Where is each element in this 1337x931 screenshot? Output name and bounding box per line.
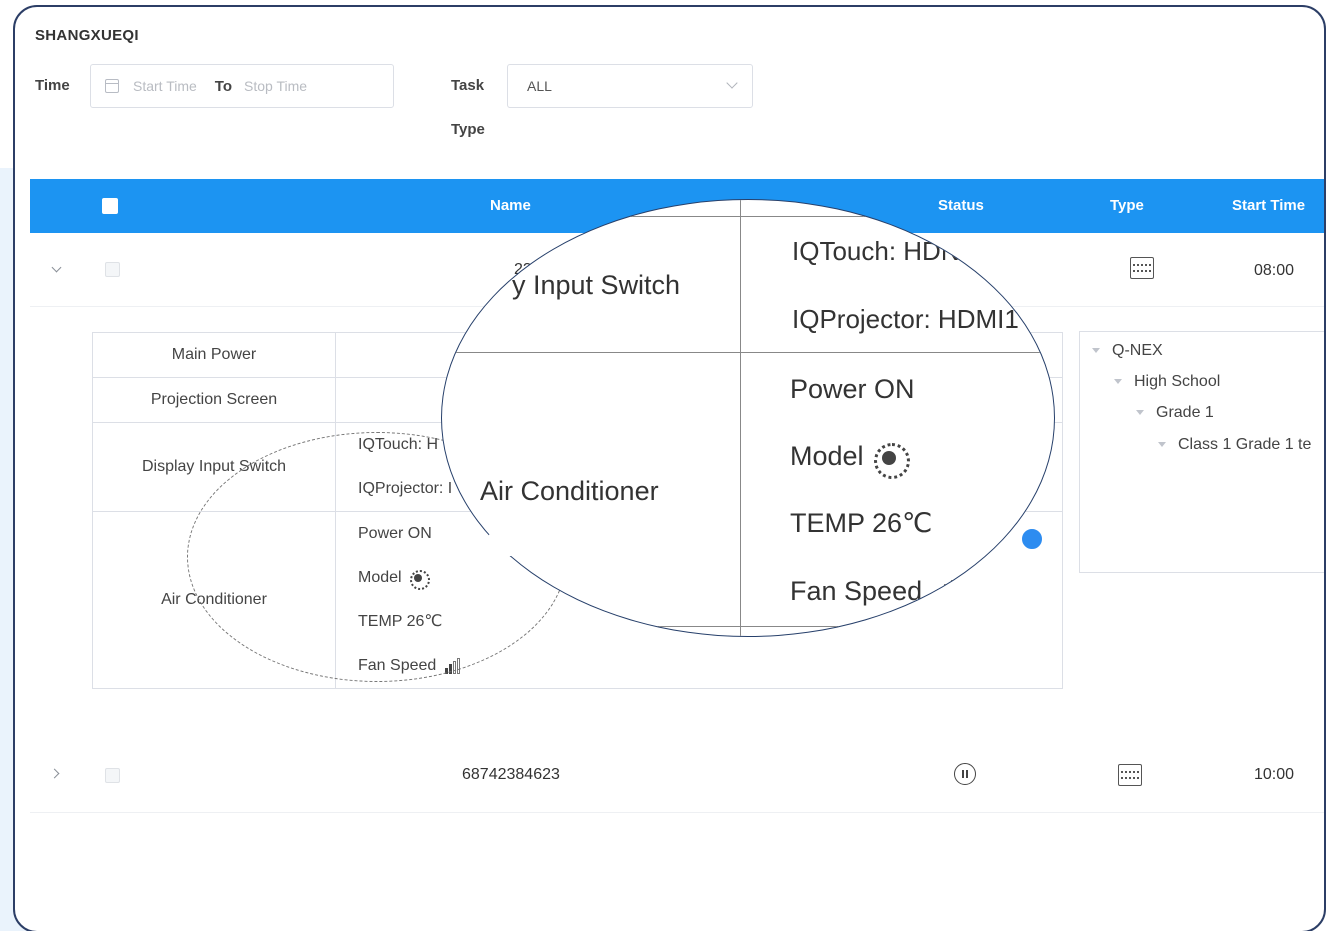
magnified-model-value: Model — [790, 441, 864, 471]
tree-expand-icon[interactable] — [1136, 410, 1144, 416]
app-window: SHANGXUEQI Time Start Time To Stop Time … — [13, 5, 1326, 931]
magnified-model-row: Model — [790, 441, 910, 479]
magnified-power-value: Power ON — [790, 374, 915, 404]
table-row[interactable]: 68742384623 10:00 — [30, 739, 1324, 813]
tree-node-root[interactable]: Q-NEX — [1092, 342, 1163, 360]
to-label: To — [214, 77, 233, 95]
magnified-air-conditioner-label: Air Conditioner — [480, 476, 659, 506]
task-type-select[interactable]: ALL — [507, 64, 753, 108]
task-type-label: Task — [451, 77, 485, 94]
sun-icon — [873, 442, 910, 479]
device-icon — [1118, 764, 1142, 786]
app-title: SHANGXUEQI — [35, 27, 139, 44]
start-time-input[interactable]: Start Time — [133, 78, 197, 94]
calendar-icon — [105, 79, 119, 93]
callout-pointer — [474, 528, 514, 556]
chevron-down-icon — [726, 77, 738, 89]
tree-node-class[interactable]: Class 1 Grade 1 te — [1158, 436, 1311, 454]
column-header-name[interactable]: Name — [490, 197, 531, 214]
magnified-input-switch-label: y Input Switch — [512, 270, 681, 300]
magnified-temp-value: TEMP 26℃ — [790, 508, 933, 538]
time-label: Time — [35, 77, 70, 94]
magnifier-callout: y Input Switch IQTouch: HDN IQProjector:… — [441, 199, 1055, 637]
row-start-time: 10:00 — [1254, 766, 1295, 783]
tree-expand-icon[interactable] — [1158, 442, 1166, 448]
collapse-chevron-icon[interactable] — [51, 262, 62, 273]
expand-chevron-icon[interactable] — [49, 768, 60, 779]
row-name: 68742384623 — [462, 766, 560, 783]
task-type-value: ALL — [527, 78, 552, 94]
projection-screen-label: Projection Screen — [92, 377, 336, 423]
row-checkbox[interactable] — [105, 768, 120, 783]
magnified-fan-speed-value: Fan Speed — [790, 576, 923, 606]
pause-icon[interactable] — [954, 763, 976, 785]
magnified-fan-speed-row: Fan Speed — [790, 576, 957, 607]
location-tree: Q-NEX High School Grade 1 Class 1 Grade … — [1079, 331, 1324, 573]
tree-expand-icon[interactable] — [1092, 348, 1100, 354]
stop-time-input[interactable]: Stop Time — [244, 78, 307, 94]
tree-node-school[interactable]: High School — [1114, 373, 1220, 391]
tree-expand-icon[interactable] — [1114, 379, 1122, 385]
column-header-status[interactable]: Status — [938, 197, 984, 214]
magnified-iqtouch-value: IQTouch: HDN — [792, 236, 960, 266]
magnified-iqprojector-value: IQProjector: HDMI1 — [792, 304, 1019, 334]
time-range-picker[interactable]: Start Time To Stop Time — [90, 64, 394, 108]
column-header-type[interactable]: Type — [1110, 197, 1144, 214]
column-header-start-time[interactable]: Start Time — [1232, 197, 1305, 214]
tree-node-grade[interactable]: Grade 1 — [1136, 404, 1214, 422]
main-power-label: Main Power — [92, 332, 336, 378]
task-type-label-2: Type — [451, 121, 485, 138]
select-all-checkbox[interactable] — [102, 198, 118, 214]
device-icon — [1130, 257, 1154, 279]
row-checkbox[interactable] — [105, 262, 120, 277]
toggle-switch[interactable] — [1019, 526, 1045, 552]
row-start-time: 08:00 — [1254, 262, 1295, 279]
fan-speed-bars-icon — [930, 579, 957, 606]
